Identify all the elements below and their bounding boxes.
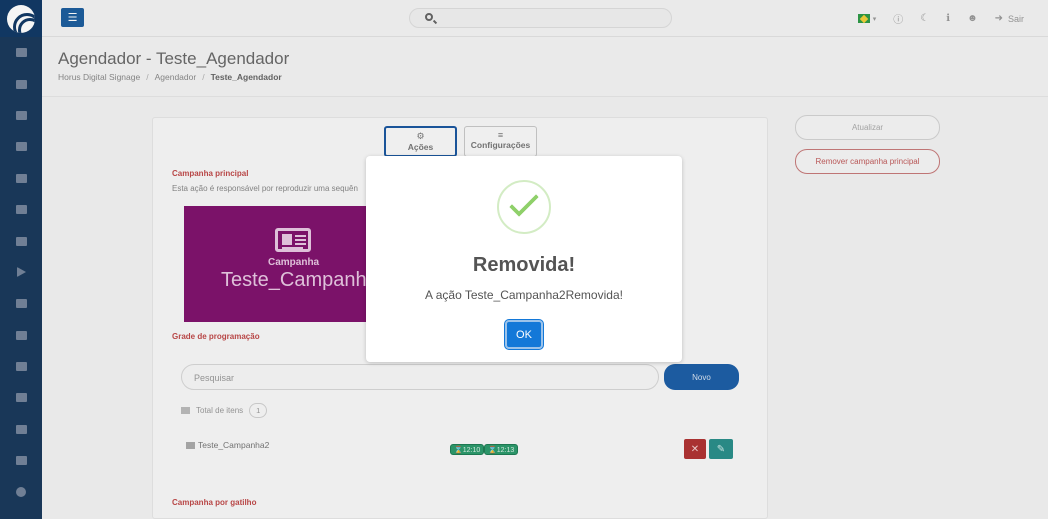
- dialog-message: A ação Teste_Campanha2Removida!: [425, 288, 623, 302]
- ok-button[interactable]: OK: [505, 320, 543, 349]
- success-dialog: Removida! A ação Teste_Campanha2Removida…: [366, 156, 682, 362]
- dialog-title: Removida!: [472, 254, 576, 276]
- success-check-icon: [497, 180, 551, 234]
